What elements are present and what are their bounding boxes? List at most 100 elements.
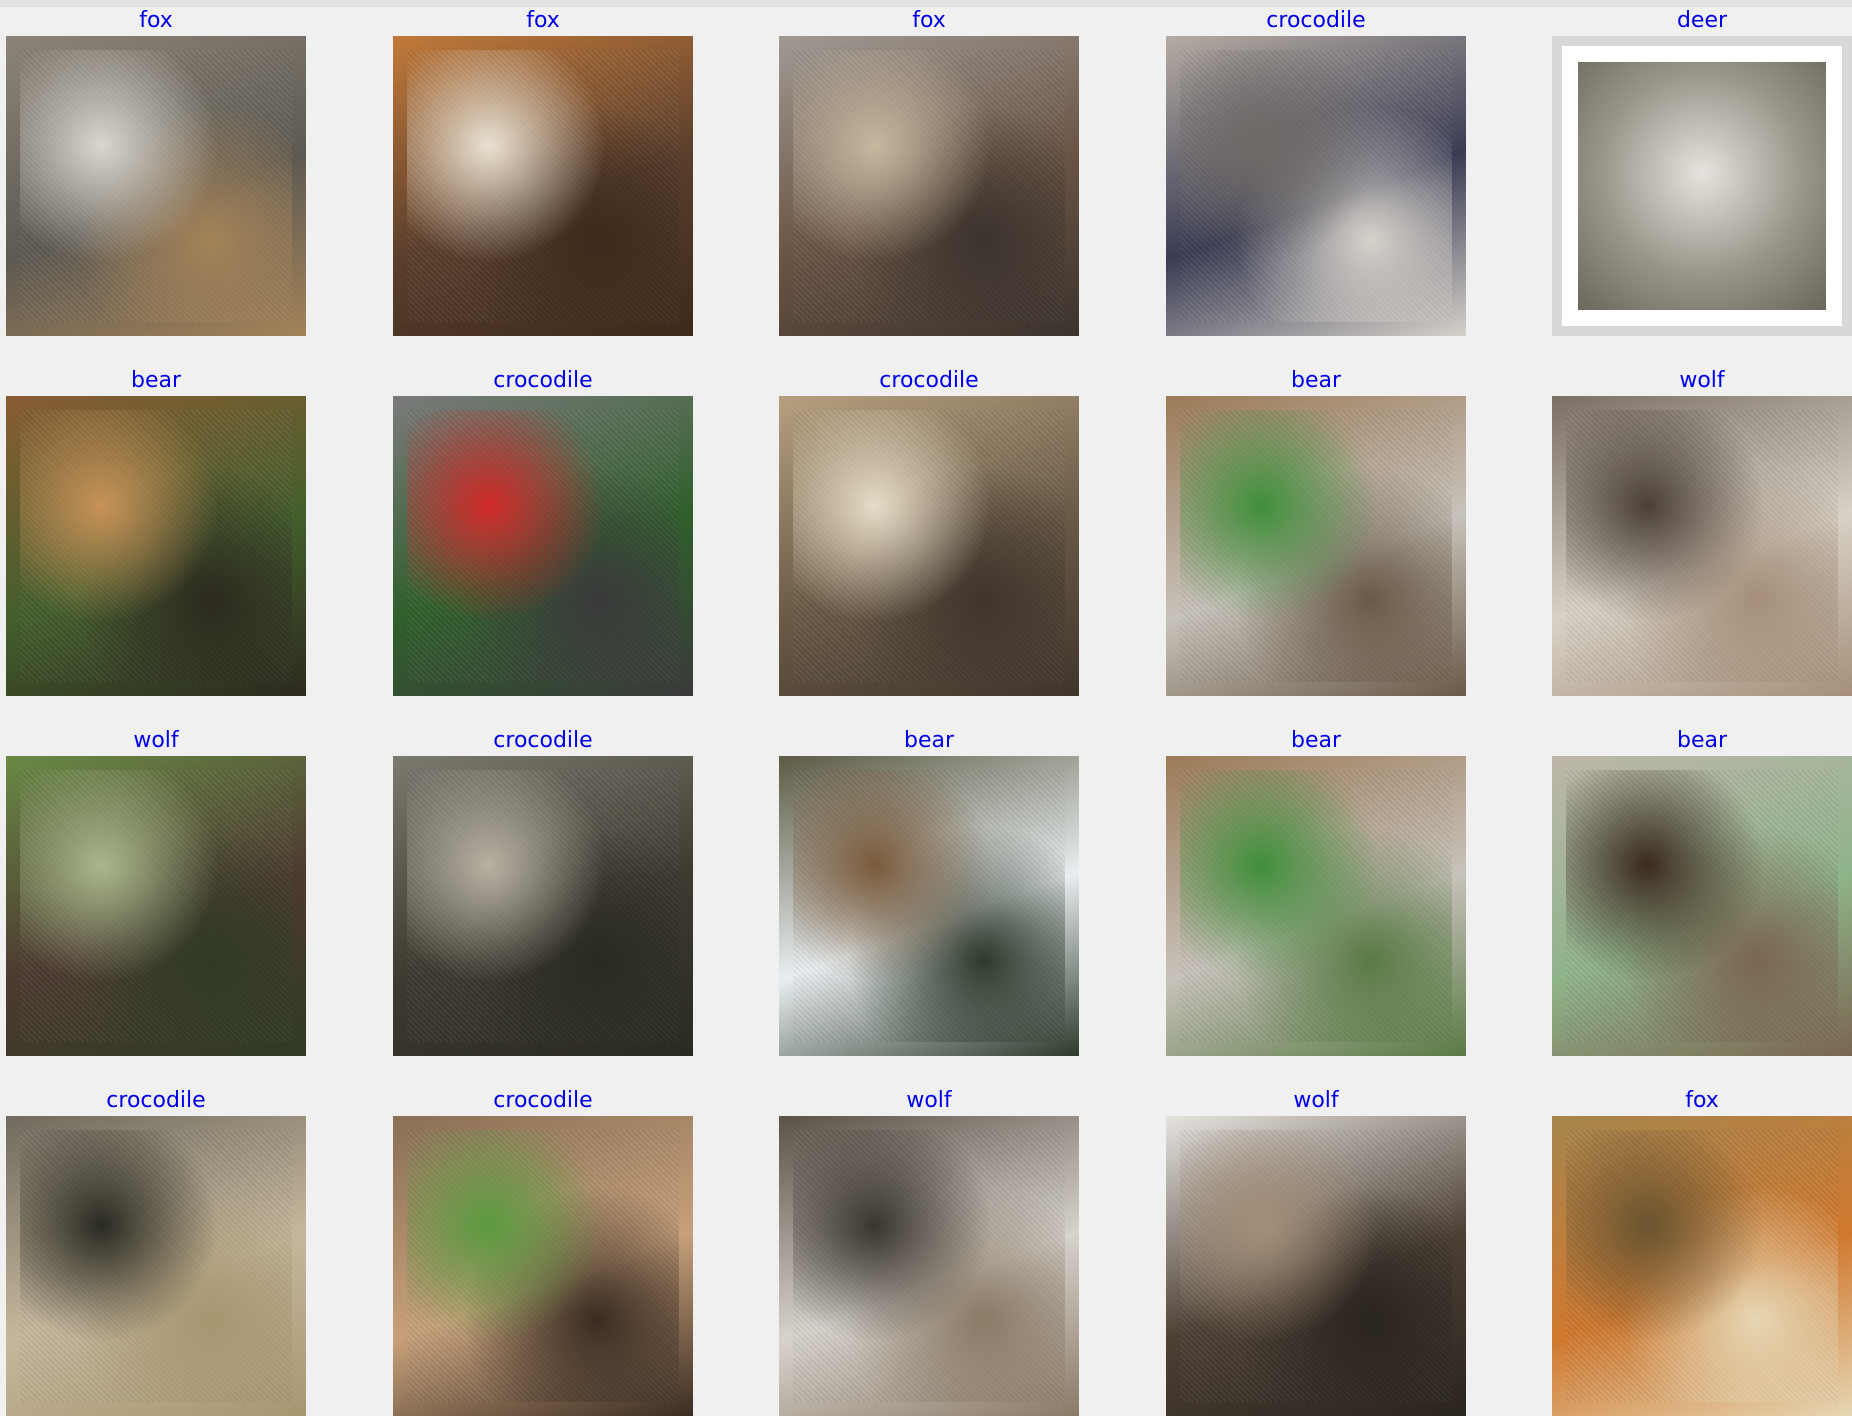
crocodile-photo: [779, 396, 1079, 696]
photo-texture: [793, 1130, 1065, 1402]
crocodile-photo: [393, 756, 693, 1056]
photo-texture: [1566, 770, 1838, 1042]
grid-cell: fox: [779, 0, 1079, 336]
image-label: crocodile: [1266, 8, 1366, 33]
grid-cell: crocodile: [393, 360, 693, 696]
image-label: fox: [526, 8, 560, 33]
crocodile-photo: [1166, 36, 1466, 336]
bear-photo: [1166, 756, 1466, 1056]
image-label: crocodile: [493, 1088, 593, 1113]
grid-cell: wolf: [779, 1080, 1079, 1416]
fox-photo: [779, 36, 1079, 336]
crocodile-photo: [393, 1116, 693, 1416]
image-label: wolf: [906, 1088, 952, 1113]
grid-cell: bear: [1166, 720, 1466, 1056]
image-label: bear: [1290, 368, 1342, 393]
photo-content: [1180, 770, 1452, 1042]
photo-texture: [1566, 410, 1838, 682]
grid-cell: bear: [1166, 360, 1466, 696]
image-label: deer: [1676, 8, 1728, 33]
photo-content: [20, 410, 292, 682]
deer-photo: [1552, 36, 1852, 336]
image-label: fox: [912, 8, 946, 33]
photo-content: [407, 1130, 679, 1402]
image-label: fox: [139, 8, 173, 33]
image-label: crocodile: [493, 728, 593, 753]
photo-content: [793, 1130, 1065, 1402]
grid-cell: crocodile: [779, 360, 1079, 696]
image-label: crocodile: [493, 368, 593, 393]
photo-content: [793, 770, 1065, 1042]
grid-cell: crocodile: [1166, 0, 1466, 336]
photo-content: [1566, 1130, 1838, 1402]
crocodile-photo: [6, 1116, 306, 1416]
image-label: wolf: [1293, 1088, 1339, 1113]
photo-content: [407, 410, 679, 682]
grid-cell: crocodile: [393, 1080, 693, 1416]
photo-content: [407, 50, 679, 322]
photo-texture: [793, 50, 1065, 322]
grid-cell: bear: [1552, 720, 1852, 1056]
photo-content: [1180, 50, 1452, 322]
crocodile-photo: [393, 396, 693, 696]
grid-cell: wolf: [1166, 1080, 1466, 1416]
bear-photo: [1166, 396, 1466, 696]
framed-photo: [1578, 62, 1826, 310]
image-label: bear: [903, 728, 955, 753]
photo-texture: [407, 770, 679, 1042]
bear-photo: [779, 756, 1079, 1056]
photo-texture: [407, 410, 679, 682]
fox-photo: [1552, 1116, 1852, 1416]
fox-photo: [393, 36, 693, 336]
photo-texture: [20, 50, 292, 322]
grid-cell: wolf: [1552, 360, 1852, 696]
photo-content: [20, 1130, 292, 1402]
grid-cell: wolf: [6, 720, 306, 1056]
grid-cell: fox: [6, 0, 306, 336]
photo-content: [793, 410, 1065, 682]
bear-photo: [1552, 756, 1852, 1056]
photo-texture: [793, 770, 1065, 1042]
wolf-photo: [779, 1116, 1079, 1416]
grid-cell: bear: [6, 360, 306, 696]
photo-content: [20, 50, 292, 322]
photo-content: [1180, 1130, 1452, 1402]
photo-content: [1566, 770, 1838, 1042]
grid-cell: fox: [393, 0, 693, 336]
image-label: bear: [1676, 728, 1728, 753]
image-label: wolf: [1679, 368, 1725, 393]
photo-texture: [20, 770, 292, 1042]
photo-content: [1566, 410, 1838, 682]
image-label: fox: [1685, 1088, 1719, 1113]
grid-cell: crocodile: [393, 720, 693, 1056]
wolf-photo: [1552, 396, 1852, 696]
photo-texture: [1180, 50, 1452, 322]
image-label: bear: [1290, 728, 1342, 753]
photo-texture: [1180, 1130, 1452, 1402]
photo-content: [407, 770, 679, 1042]
photo-texture: [407, 1130, 679, 1402]
photo-texture: [1566, 1130, 1838, 1402]
fox-photo: [6, 36, 306, 336]
grid-cell: fox: [1552, 1080, 1852, 1416]
grid-cell: deer: [1552, 0, 1852, 336]
photo-texture: [20, 410, 292, 682]
photo-texture: [407, 50, 679, 322]
image-label: crocodile: [879, 368, 979, 393]
grid-cell: crocodile: [6, 1080, 306, 1416]
photo-content: [793, 50, 1065, 322]
photo-texture: [20, 1130, 292, 1402]
image-label: crocodile: [106, 1088, 206, 1113]
grid-cell: bear: [779, 720, 1079, 1056]
image-grid: fox fox fox crocodile deer bear crocodile croco…: [6, 0, 1852, 1416]
bear-photo: [6, 396, 306, 696]
image-label: wolf: [133, 728, 179, 753]
wolf-photo: [1166, 1116, 1466, 1416]
image-label: bear: [130, 368, 182, 393]
photo-texture: [1180, 770, 1452, 1042]
photo-frame: [1562, 46, 1842, 326]
photo-texture: [793, 410, 1065, 682]
wolf-photo: [6, 756, 306, 1056]
photo-content: [1180, 410, 1452, 682]
photo-content: [20, 770, 292, 1042]
